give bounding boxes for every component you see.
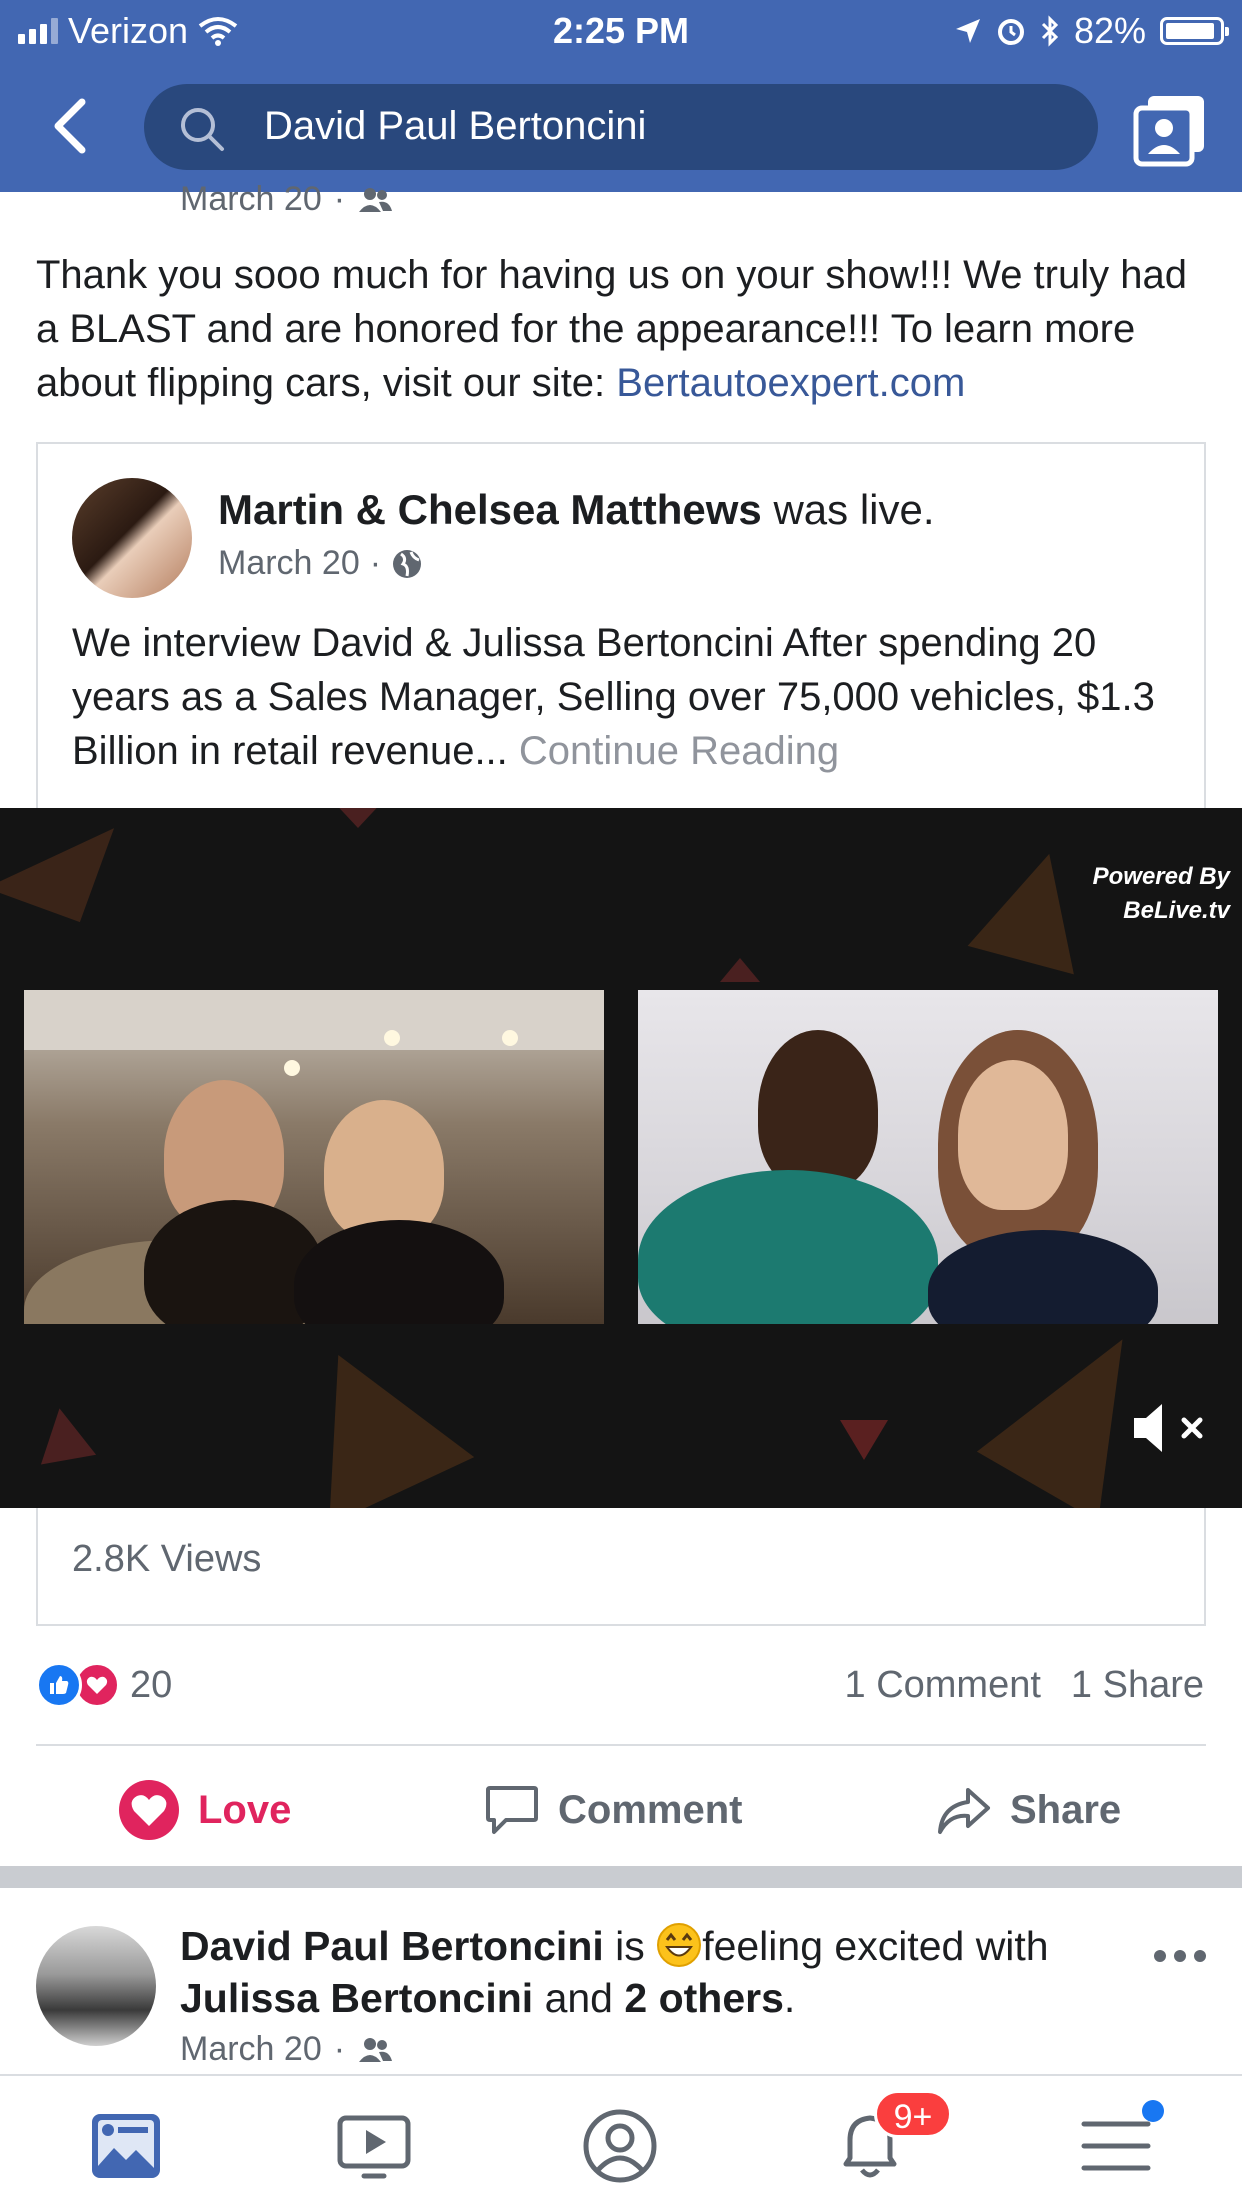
engagement-stats: 1 Comment 1 Share xyxy=(845,1664,1205,1707)
avatar[interactable] xyxy=(36,1926,156,2046)
battery-percent: 82% xyxy=(1073,10,1146,51)
person-silhouette xyxy=(294,1220,504,1324)
search-input[interactable]: David Paul Bertoncini xyxy=(144,84,1098,170)
video-frame-right xyxy=(638,990,1218,1324)
post-meta: March 20 · xyxy=(180,180,393,219)
status-right: 82% xyxy=(954,10,1229,52)
comment-count[interactable]: 1 Comment xyxy=(845,1664,1041,1707)
like-icon xyxy=(36,1662,82,1708)
menu-indicator-dot xyxy=(1142,2100,1164,2122)
person-silhouette xyxy=(638,1170,938,1324)
search-icon xyxy=(181,108,224,151)
alarm-icon xyxy=(997,19,1024,45)
shared-author-line: Martin & Chelsea Matthews was live. xyxy=(218,486,935,534)
tagged-others[interactable]: 2 others xyxy=(624,1975,784,2021)
battery-icon xyxy=(1160,17,1229,45)
top-header: Verizon 2:25 PM 82% David Paul Bertoncin… xyxy=(0,0,1242,192)
post-text: Thank you sooo much for having us on you… xyxy=(36,253,1187,405)
post-date[interactable]: March 20 xyxy=(180,180,322,219)
profile-switch-icon[interactable] xyxy=(1132,92,1208,168)
feed-separator xyxy=(0,1866,1242,1888)
video-frame-left xyxy=(24,990,604,1324)
share-label: Share xyxy=(1010,1787,1122,1832)
decor-triangle xyxy=(265,1321,475,1508)
comment-button[interactable]: Comment xyxy=(484,1770,742,1850)
reaction-count: 20 xyxy=(130,1663,173,1706)
profile-icon[interactable] xyxy=(580,2106,660,2186)
post2-meta: March 20 · xyxy=(180,2030,393,2069)
decor-triangle xyxy=(0,808,115,923)
watch-icon[interactable] xyxy=(334,2106,414,2186)
mute-icon[interactable] xyxy=(1132,1398,1212,1458)
back-icon[interactable] xyxy=(48,96,96,156)
notification-badge: 9+ xyxy=(874,2090,952,2138)
decor-triangle xyxy=(967,839,1103,975)
reaction-summary[interactable]: 20 xyxy=(36,1662,172,1708)
decor-triangle xyxy=(31,1403,97,1465)
decor-triangle xyxy=(840,1420,888,1460)
post2-header: David Paul Bertoncini is feeling excited… xyxy=(180,1923,1049,2021)
love-button[interactable]: Love xyxy=(118,1770,291,1850)
status-bar: Verizon 2:25 PM 82% xyxy=(0,0,1242,62)
location-icon xyxy=(955,19,980,43)
person-silhouette xyxy=(758,1030,878,1190)
view-count: 2.8K Views xyxy=(72,1538,262,1580)
action-bar: Love Comment Share xyxy=(0,1770,1242,1850)
more-options-icon[interactable] xyxy=(1154,1950,1206,1962)
comment-icon xyxy=(486,1786,538,1834)
friends-icon xyxy=(359,2037,393,2062)
share-icon xyxy=(938,1788,990,1834)
love-icon xyxy=(119,1780,179,1840)
shared-action: was live. xyxy=(773,486,935,533)
friends-icon xyxy=(359,187,393,212)
avatar[interactable] xyxy=(72,478,192,598)
post-link[interactable]: Bertautoexpert.com xyxy=(616,361,965,405)
post2-author[interactable]: David Paul Bertoncini xyxy=(180,1923,604,1969)
news-feed-icon[interactable] xyxy=(86,2106,166,2186)
decor-triangle xyxy=(330,808,386,828)
shared-description: We interview David & Julissa Bertoncini … xyxy=(72,616,1182,778)
tagged-person[interactable]: Julissa Bertoncini xyxy=(180,1975,533,2021)
continue-reading-link[interactable]: Continue Reading xyxy=(519,729,839,773)
love-label: Love xyxy=(198,1787,292,1832)
share-button[interactable]: Share xyxy=(936,1770,1121,1850)
divider xyxy=(36,1744,1206,1746)
search-query: David Paul Bertoncini xyxy=(264,104,647,148)
excited-emoji-icon xyxy=(657,1923,702,1967)
shared-date[interactable]: March 20 xyxy=(218,544,360,583)
post-body: Thank you sooo much for having us on you… xyxy=(36,248,1216,410)
post2-date[interactable]: March 20 xyxy=(180,2030,322,2069)
shared-author[interactable]: Martin & Chelsea Matthews xyxy=(218,486,762,533)
belive-label: BeLive.tv xyxy=(1123,897,1230,924)
person-silhouette xyxy=(324,1100,444,1240)
shared-meta: March 20 · xyxy=(218,544,423,583)
person-silhouette xyxy=(958,1060,1068,1210)
decor-triangle xyxy=(720,958,760,982)
share-count[interactable]: 1 Share xyxy=(1071,1664,1204,1707)
comment-label: Comment xyxy=(558,1787,743,1832)
powered-by-label: Powered By xyxy=(1092,863,1230,890)
person-silhouette xyxy=(928,1230,1158,1324)
bluetooth-icon xyxy=(1041,15,1059,47)
belive-watermark: Powered By BeLive.tv xyxy=(1093,860,1230,928)
bottom-tab-bar xyxy=(0,2074,1242,2210)
video-player[interactable]: Powered By BeLive.tv xyxy=(0,808,1242,1508)
globe-icon xyxy=(393,549,422,578)
